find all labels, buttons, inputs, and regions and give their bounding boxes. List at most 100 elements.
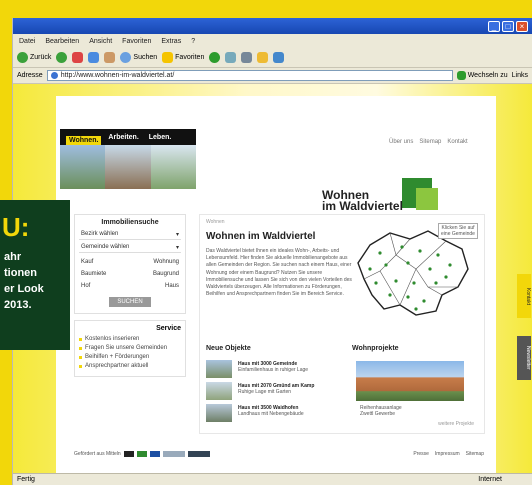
forward-arrow-icon[interactable] [56, 52, 68, 63]
map-note: Klicken Sie auf eine Gemeinde [438, 223, 478, 239]
option-wohnung[interactable]: Wohnung [153, 259, 179, 265]
favorites-label: Favoriten [175, 54, 205, 61]
top-link-about[interactable]: Über uns [389, 139, 413, 145]
stop-icon[interactable] [72, 52, 84, 63]
service-item[interactable]: Kostenlos inserieren [79, 336, 181, 342]
object-item[interactable]: Haus mit 3500 Waidhofen Landhaus mit Nebe… [206, 404, 346, 422]
service-title: Service [156, 325, 181, 332]
menu-item-help[interactable]: ? [191, 38, 195, 45]
top-link-sitemap[interactable]: Sitemap [419, 139, 441, 145]
object-item[interactable]: Haus mit 2070 Gmünd am Kamp Ruhige Lage m… [206, 382, 346, 400]
search-button[interactable]: Suchen [120, 52, 157, 63]
footer-link-press[interactable]: Presse [413, 451, 429, 457]
bullet-icon [79, 364, 82, 368]
housing-project-photo[interactable] [356, 361, 464, 401]
option-baugrund[interactable]: Baugrund [153, 271, 179, 277]
object-item[interactable]: Haus mit 3000 Gemeinde Einfamilienhaus in… [206, 360, 346, 378]
folder-icon[interactable] [257, 52, 269, 63]
map-outline [357, 230, 469, 316]
menu-item-edit[interactable]: Bearbeiten [45, 38, 79, 45]
back-button[interactable]: Zurück [17, 52, 51, 63]
print-icon[interactable] [241, 52, 253, 63]
menu-item-tools[interactable]: Extras [161, 38, 181, 45]
service-item[interactable]: Fragen Sie unsere Gemeinden [79, 345, 181, 351]
left-column: Immobiliensuche Bezirk wählen ▾ Gemeinde … [74, 214, 186, 377]
star-icon [162, 52, 174, 63]
option-haus[interactable]: Haus [165, 283, 179, 289]
page-footer: Gefördert aus Mitteln Presse Impressum S… [74, 448, 484, 460]
project-location: Zwettl Gewerbe [360, 411, 396, 417]
object-desc: Einfamilienhaus in ruhiger Lage [238, 367, 309, 373]
municipality-select[interactable]: Gemeinde wählen ▾ [79, 243, 181, 253]
favorites-button[interactable]: Favoriten [162, 52, 204, 63]
links-label[interactable]: Links [512, 72, 532, 79]
page-title: Wohnen im Waldviertel [206, 231, 316, 242]
promo-panel: U: ahr tionen er Look 2013. [0, 200, 70, 350]
hero-photo-landscape [150, 145, 196, 189]
side-tab-contact[interactable]: Kontakt [517, 274, 531, 318]
option-row: Baumiete Baugrund [81, 271, 179, 277]
service-box: Service Kostenlos inserieren Fragen Sie … [74, 320, 186, 377]
service-item[interactable]: Beihilfen + Förderungen [79, 354, 181, 360]
hero-photo-people [105, 145, 151, 189]
page-icon [50, 72, 58, 79]
menu-item-view[interactable]: Ansicht [89, 38, 112, 45]
address-input[interactable]: http://www.wohnen-im-waldviertel.at/ [46, 70, 453, 81]
promo-headline: U: [2, 212, 30, 242]
top-link-contact[interactable]: Kontakt [447, 139, 467, 145]
close-button[interactable]: × [516, 20, 528, 32]
go-button[interactable]: Wechseln zu [456, 71, 508, 80]
footer-link-imprint[interactable]: Impressum [435, 451, 460, 457]
chevron-down-icon: ▾ [175, 245, 179, 251]
option-hof[interactable]: Hof [81, 283, 90, 289]
option-row: Hof Haus [81, 283, 179, 289]
housing-project-caption: Reihenhausanlage Zwettl Gewerbe [360, 405, 402, 417]
status-bar: Fertig Internet [13, 473, 532, 485]
address-label: Adresse [17, 72, 43, 79]
side-tab-newsletter[interactable]: Newsletter [517, 336, 531, 380]
sponsor-logo [162, 451, 185, 457]
history-icon[interactable] [209, 52, 221, 63]
new-objects-title: Neue Objekte [206, 345, 251, 352]
mail-icon[interactable] [225, 52, 237, 63]
search-icon [120, 52, 132, 63]
back-arrow-icon [17, 52, 28, 63]
search-box-title: Immobiliensuche [101, 219, 159, 226]
menu-item-favorites[interactable]: Favoriten [122, 38, 151, 45]
go-label: Wechseln zu [467, 72, 508, 79]
top-links: Über uns Sitemap Kontakt [389, 139, 468, 145]
minimize-button[interactable]: _ [488, 20, 500, 32]
service-item[interactable]: Ansprechpartner aktuell [79, 363, 181, 369]
go-arrow-icon [456, 71, 466, 80]
search-label: Suchen [133, 54, 158, 61]
hero-photo-house [60, 145, 106, 189]
sponsor-logo [136, 451, 147, 457]
object-thumbnail [206, 382, 232, 400]
more-projects-link[interactable]: weitere Projekte [438, 421, 474, 427]
option-kauf[interactable]: Kauf [81, 259, 93, 265]
menu-item-file[interactable]: Datei [19, 38, 35, 45]
object-desc: Landhaus mit Nebengebäude [238, 411, 304, 417]
promo-line: tionen [4, 267, 37, 279]
municipality-select-value: Gemeinde wählen [81, 244, 130, 250]
promo-line: ahr [4, 251, 22, 263]
home-icon[interactable] [104, 52, 116, 63]
breadcrumb[interactable]: Wohnen [206, 219, 225, 225]
search-submit-button[interactable]: SUCHEN [109, 297, 151, 307]
district-select-value: Bezirk wählen [81, 231, 119, 237]
district-select[interactable]: Bezirk wählen ▾ [79, 230, 181, 240]
bullet-icon [79, 346, 82, 350]
toolbar: Zurück Suchen Favoriten [13, 48, 532, 68]
service-item-label: Kostenlos inserieren [85, 336, 140, 342]
service-item-label: Beihilfen + Förderungen [85, 354, 150, 360]
zone-text: Internet [478, 476, 502, 483]
footer-link-sitemap[interactable]: Sitemap [466, 451, 484, 457]
sponsor-logos: Gefördert aus Mitteln [74, 451, 210, 457]
promo-line: er Look [4, 283, 44, 295]
region-map[interactable] [350, 225, 480, 320]
maximize-button[interactable]: □ [502, 20, 514, 32]
refresh-icon[interactable] [88, 52, 100, 63]
messenger-icon[interactable] [273, 52, 285, 63]
bullet-icon [79, 355, 82, 359]
option-baumiete[interactable]: Baumiete [81, 271, 106, 277]
